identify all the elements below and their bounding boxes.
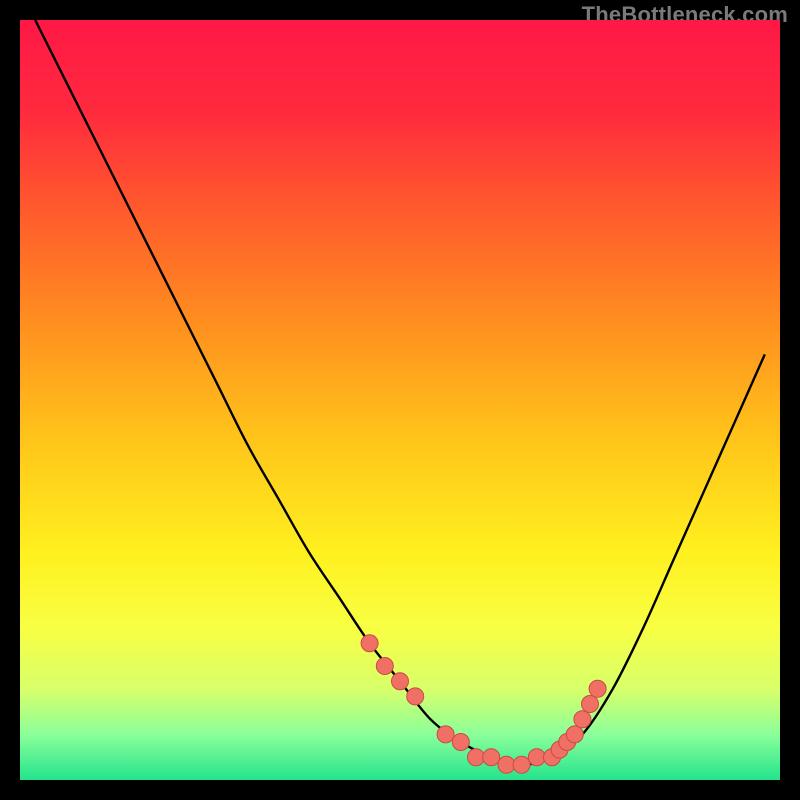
highlight-dot [407,688,424,705]
highlight-dot [452,734,469,751]
highlight-dot [574,711,591,728]
highlight-dot [483,749,500,766]
bottleneck-chart [20,20,780,780]
highlight-dot [498,756,515,773]
gradient-background [20,20,780,780]
highlight-dot [468,749,485,766]
highlight-dot [528,749,545,766]
highlight-dot [376,658,393,675]
highlight-dot [437,726,454,743]
highlight-dot [582,696,599,713]
highlight-dot [392,673,409,690]
chart-frame [20,20,780,780]
highlight-dot [589,680,606,697]
highlight-dot [566,726,583,743]
highlight-dot [513,756,530,773]
highlight-dot [361,635,378,652]
